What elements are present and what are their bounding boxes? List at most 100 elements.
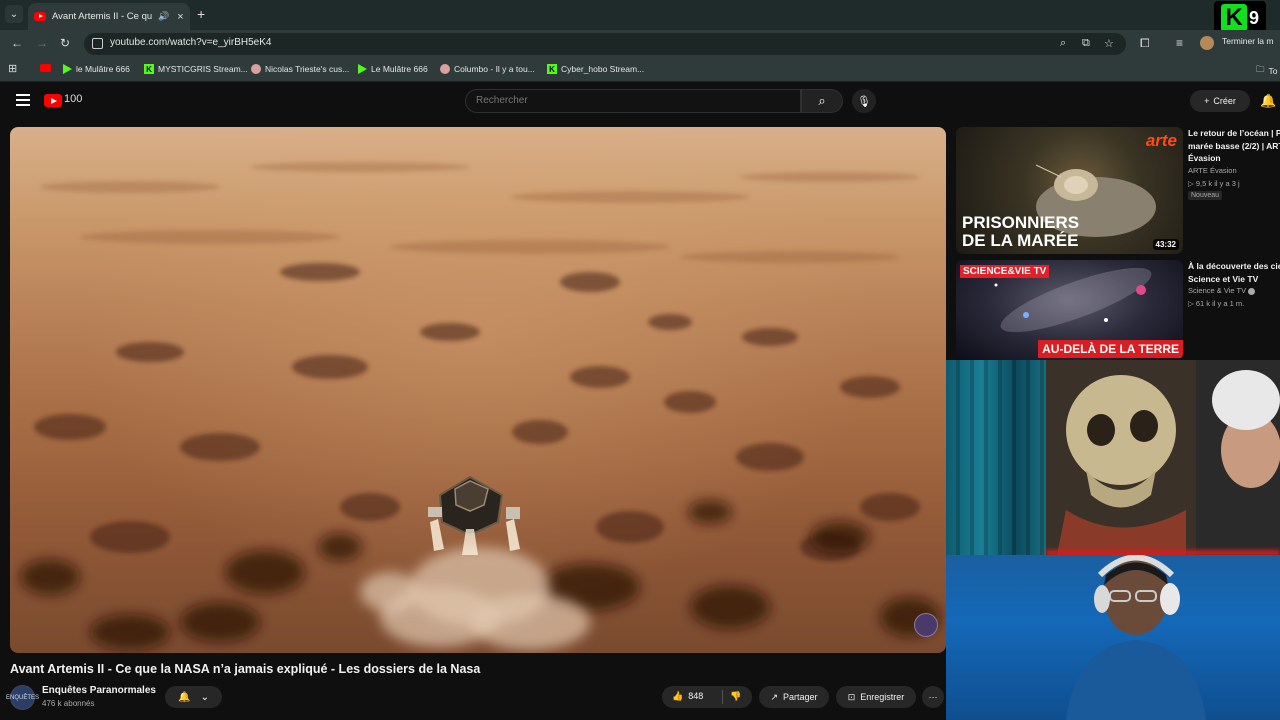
chevron-down-icon: ⌄ — [200, 691, 209, 703]
new-badge: Nouveau — [1188, 191, 1223, 200]
bell-icon: 🔔 — [178, 691, 191, 703]
zoom-icon[interactable]: ⌕ — [1060, 37, 1066, 50]
like-count: 848 — [688, 691, 704, 701]
channel-label: Science & Vie TV — [1188, 286, 1247, 295]
create-button[interactable]: + Créer — [1190, 90, 1250, 112]
more-dots-icon: ⋯ — [928, 691, 938, 702]
voice-search-button[interactable]: 🎙 — [852, 89, 876, 113]
browser-tab-bar: ⌄ Avant Artemis II - Ce que la 🔊 × + — [0, 0, 1280, 30]
kick-k-icon: K — [547, 64, 557, 74]
youtube-bookmark-icon — [40, 64, 51, 72]
bookmark-circle-icon — [440, 64, 450, 74]
bookmark-label: Le Mulâtre 666 — [371, 64, 428, 74]
share-button[interactable]: ↗ Partager — [759, 686, 829, 708]
k9-logo-number: 9 — [1248, 7, 1259, 28]
site-info-icon[interactable] — [92, 38, 103, 49]
thumbnail-text: AU-DELÀ DE LA TERRE — [1038, 340, 1183, 358]
youtube-logo-icon[interactable] — [44, 94, 62, 107]
like-button[interactable]: 👍 848 — [672, 691, 703, 702]
reload-icon[interactable]: ↻ — [60, 36, 70, 50]
subscriber-count: 476 k abonnés — [42, 699, 95, 708]
tab-close-icon[interactable]: × — [177, 11, 183, 23]
address-bar[interactable]: youtube.com/watch?v=e_yirBH5eK4 ⌕ ⧉ ☆ — [84, 33, 1126, 55]
bookmark-item[interactable]: K MYSTICGRIS Stream... — [144, 64, 248, 74]
like-dislike-group: 👍 848 👎 — [662, 686, 752, 708]
hamburger-menu-icon[interactable] — [16, 94, 30, 106]
kick-k-icon: K — [144, 64, 154, 74]
thumbnail-logo: arte — [1145, 131, 1177, 150]
thumbnail-logo: SCIENCE&VIE TV — [960, 265, 1050, 278]
wall — [1046, 360, 1280, 575]
bookmark-item[interactable]: le Mulâtre 666 — [63, 64, 130, 74]
youtube-doodle-logo[interactable]: 100 — [64, 93, 82, 105]
divider — [722, 690, 723, 704]
kick-play-icon — [63, 64, 72, 74]
dislike-button[interactable]: 👎 — [730, 691, 741, 702]
share-arrow-icon: ↗ — [770, 691, 778, 702]
related-video-channel[interactable]: Science & Vie TV — [1188, 286, 1256, 295]
search-input[interactable] — [476, 95, 776, 106]
browser-toolbar: ← → ↻ youtube.com/watch?v=e_yirBH5eK4 ⌕ … — [0, 30, 1280, 58]
thumbs-up-icon: 👍 — [672, 691, 684, 701]
youtube-header: 100 ⌕ 🎙 +Créer 🔔 — [0, 82, 1280, 122]
related-video-channel[interactable]: ARTE Évasion — [1188, 166, 1237, 175]
skull-painting-image — [1046, 360, 1196, 560]
related-video-thumbnail[interactable]: SCIENCE&VIE TV AU-DELÀ DE LA TERRE — [956, 260, 1183, 360]
bookmark-youtube[interactable] — [40, 64, 51, 72]
tab-title: Avant Artemis II - Ce que la — [52, 11, 152, 22]
new-tab-button[interactable]: + — [197, 6, 205, 22]
channel-avatar[interactable]: ENQUÊTES — [6, 685, 39, 710]
bookmark-item[interactable]: Nicolas Trieste's cus... — [251, 64, 349, 74]
share-label: Partager — [783, 692, 818, 702]
mars-surface-scene — [20, 162, 940, 650]
bookmark-label: le Mulâtre 666 — [76, 64, 130, 74]
search-button[interactable]: ⌕ — [801, 89, 843, 113]
search-box[interactable] — [465, 89, 801, 113]
bookmarks-overflow[interactable]: 🗀 To — [1256, 64, 1278, 78]
channel-watermark-icon[interactable] — [914, 613, 938, 637]
profile-avatar[interactable] — [1200, 36, 1214, 50]
thumbs-down-icon: 👎 — [730, 691, 742, 701]
notifications-bell-icon[interactable]: 🔔 — [1260, 93, 1276, 109]
bookmark-icon: ⊡ — [847, 691, 856, 702]
twitch-emote-icon — [251, 64, 261, 74]
media-controls-icon[interactable]: ≡ — [1176, 36, 1183, 50]
more-actions-button[interactable]: ⋯ — [922, 686, 944, 708]
related-video-thumbnail[interactable]: arte PRISONNIERS DE LA MARÉE 43:32 — [956, 127, 1183, 254]
active-tab[interactable]: Avant Artemis II - Ce que la 🔊 × — [28, 3, 190, 30]
streamer-person-image — [1066, 555, 1206, 720]
save-button[interactable]: ⊡ Enregistrer — [836, 686, 916, 708]
channel-name[interactable]: Enquêtes Paranormales — [42, 685, 156, 696]
url-text[interactable]: youtube.com/watch?v=e_yirBH5eK4 — [110, 37, 271, 48]
bookmark-label: Nicolas Trieste's cus... — [265, 64, 350, 74]
create-label: Créer — [1213, 96, 1236, 106]
webcam-overlay — [946, 360, 1280, 720]
thumbnail-text: PRISONNIERS DE LA MARÉE — [962, 213, 1080, 250]
bookmark-item[interactable]: Le Mulâtre 666 — [358, 64, 428, 74]
microphone-icon: 🎙 — [857, 95, 871, 108]
video-player[interactable] — [10, 127, 946, 653]
bookmark-item[interactable]: Columbo - Il y a tou... — [440, 64, 535, 74]
related-video-meta: ▷ 9,5 k il y a 3 j — [1188, 179, 1240, 188]
speaker-icon[interactable]: 🔊 — [158, 11, 169, 22]
related-video-meta: ▷ 61 k il y a 1 m. — [1188, 299, 1245, 308]
subscription-notifications-button[interactable]: 🔔 ⌄ — [165, 686, 222, 708]
profile-action-button[interactable]: Terminer la m — [1222, 36, 1273, 46]
install-app-icon[interactable]: ⧉ — [1082, 37, 1090, 50]
k9-logo-letter: K — [1220, 4, 1247, 32]
youtube-favicon-icon — [34, 12, 46, 21]
kick-play-icon — [358, 64, 367, 74]
curtain-folds — [946, 360, 1046, 575]
bookmark-item[interactable]: K Cyber_hobo Stream... — [547, 64, 644, 74]
forward-arrow-icon[interactable]: → — [36, 36, 48, 50]
related-video-title[interactable]: Le retour de l’océan | Pi marée basse (2… — [1188, 127, 1280, 165]
search-icon: ⌕ — [818, 93, 826, 108]
verified-check-icon — [1248, 287, 1256, 295]
back-arrow-icon[interactable]: ← — [11, 36, 23, 50]
bookmark-star-icon[interactable]: ☆ — [1104, 37, 1114, 50]
tab-search-button[interactable]: ⌄ — [5, 5, 23, 23]
extensions-icon[interactable]: ⧠ — [1140, 36, 1150, 51]
apps-grid-icon[interactable]: ⊞ — [8, 62, 17, 75]
video-title: Avant Artemis II - Ce que la NASA n’a ja… — [10, 662, 481, 676]
related-video-title[interactable]: À la découverte des cie Science et Vie T… — [1188, 260, 1280, 285]
